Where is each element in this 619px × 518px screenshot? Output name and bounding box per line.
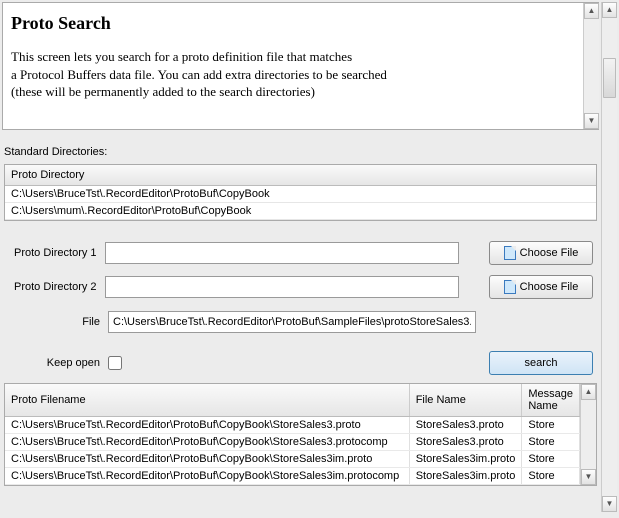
results-scrollbar[interactable]: ▲ ▼	[580, 384, 596, 485]
results-scroll-down-icon[interactable]: ▼	[581, 469, 596, 485]
choose-file-1-label: Choose File	[520, 247, 579, 259]
results-header-fname[interactable]: File Name	[409, 384, 522, 417]
results-table: Proto Filename File Name Message Name C:…	[4, 383, 597, 486]
info-scroll-up-icon[interactable]: ▲	[584, 3, 599, 19]
standard-directories-table: Proto Directory C:\Users\BruceTst\.Recor…	[4, 164, 597, 221]
file-input[interactable]	[108, 311, 476, 333]
keep-open-label: Keep open	[8, 357, 108, 369]
std-dir-row[interactable]: C:\Users\BruceTst\.RecordEditor\ProtoBuf…	[5, 186, 596, 203]
proto-dir-2-input[interactable]	[105, 276, 459, 298]
std-dir-row[interactable]: C:\Users\mum\.RecordEditor\ProtoBuf\Copy…	[5, 203, 596, 220]
results-cell-proto: C:\Users\BruceTst\.RecordEditor\ProtoBuf…	[5, 434, 409, 451]
file-label: File	[8, 316, 108, 328]
results-cell-msg: Store	[522, 434, 580, 451]
main-scrollbar[interactable]: ▲ ▼	[601, 2, 617, 512]
file-icon	[504, 280, 516, 294]
scroll-down-icon[interactable]: ▼	[602, 496, 617, 512]
info-line1: This screen lets you search for a proto …	[11, 48, 590, 66]
results-cell-fname: StoreSales3.proto	[409, 434, 522, 451]
results-row[interactable]: C:\Users\BruceTst\.RecordEditor\ProtoBuf…	[5, 434, 580, 451]
results-cell-proto: C:\Users\BruceTst\.RecordEditor\ProtoBuf…	[5, 451, 409, 468]
scroll-up-icon[interactable]: ▲	[602, 2, 617, 18]
search-button-label: search	[524, 357, 557, 369]
results-cell-proto: C:\Users\BruceTst\.RecordEditor\ProtoBuf…	[5, 468, 409, 485]
results-row[interactable]: C:\Users\BruceTst\.RecordEditor\ProtoBuf…	[5, 451, 580, 468]
scroll-thumb[interactable]	[603, 58, 616, 98]
choose-file-2-button[interactable]: Choose File	[489, 275, 593, 299]
file-icon	[504, 246, 516, 260]
results-cell-proto: C:\Users\BruceTst\.RecordEditor\ProtoBuf…	[5, 417, 409, 434]
results-header-proto[interactable]: Proto Filename	[5, 384, 409, 417]
info-line3: (these will be permanently added to the …	[11, 83, 590, 101]
results-cell-fname: StoreSales3im.proto	[409, 468, 522, 485]
results-cell-msg: Store	[522, 451, 580, 468]
results-header-msg[interactable]: Message Name	[522, 384, 580, 417]
page-title: Proto Search	[11, 13, 590, 34]
results-cell-msg: Store	[522, 468, 580, 485]
std-dir-header[interactable]: Proto Directory	[5, 165, 596, 186]
choose-file-2-label: Choose File	[520, 281, 579, 293]
results-scroll-track[interactable]	[581, 400, 596, 469]
info-line2: a Protocol Buffers data file. You can ad…	[11, 66, 590, 84]
standard-directories-label: Standard Directories:	[4, 146, 597, 158]
proto-dir-1-input[interactable]	[105, 242, 459, 264]
proto-dir-2-label: Proto Directory 2	[8, 281, 105, 293]
keep-open-checkbox[interactable]	[108, 356, 122, 370]
search-button[interactable]: search	[489, 351, 593, 375]
results-cell-msg: Store	[522, 417, 580, 434]
info-scroll-track[interactable]	[584, 19, 599, 113]
results-row[interactable]: C:\Users\BruceTst\.RecordEditor\ProtoBuf…	[5, 417, 580, 434]
results-cell-fname: StoreSales3im.proto	[409, 451, 522, 468]
info-scroll-down-icon[interactable]: ▼	[584, 113, 599, 129]
info-panel: Proto Search This screen lets you search…	[2, 2, 599, 130]
results-scroll-up-icon[interactable]: ▲	[581, 384, 596, 400]
scroll-track[interactable]	[602, 18, 617, 496]
proto-dir-1-label: Proto Directory 1	[8, 247, 105, 259]
choose-file-1-button[interactable]: Choose File	[489, 241, 593, 265]
results-cell-fname: StoreSales3.proto	[409, 417, 522, 434]
info-scrollbar[interactable]: ▲ ▼	[583, 3, 599, 129]
results-row[interactable]: C:\Users\BruceTst\.RecordEditor\ProtoBuf…	[5, 468, 580, 485]
